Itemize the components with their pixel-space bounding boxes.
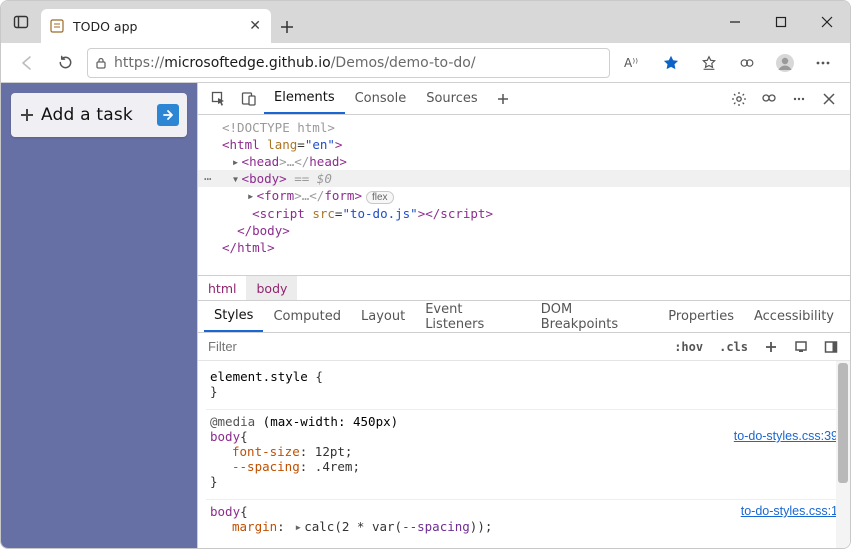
add-task-field[interactable]: Add a task [11,93,187,137]
window-controls [712,1,850,43]
url-host: microsoftedge.github.io [164,55,331,71]
settings-icon[interactable] [724,83,754,114]
tab-title: TODO app [73,19,239,34]
inspect-icon[interactable] [204,83,234,114]
dom-selected-node[interactable]: ▾<body> == $0 [198,170,850,187]
tab-actions-button[interactable] [1,1,41,43]
dom-breadcrumb: html body [198,275,850,301]
submit-task-button[interactable] [157,104,179,126]
style-source-link[interactable]: to-do-styles.css:39 [734,429,838,444]
url-path: /Demos/demo-to-do/ [331,55,476,71]
style-rule-media: @media (max-width: 450px) body { to-do-s… [206,409,842,493]
style-rule-element: element.style { } [206,365,842,403]
browser-tab[interactable]: TODO app ✕ [41,9,271,43]
favicon-icon [49,18,65,34]
scrollbar-thumb[interactable] [838,363,848,483]
profile-icon[interactable] [768,47,802,79]
address-actions: A⁾⁾ [616,47,840,79]
devtools-top-tabs: Elements Console Sources [198,83,850,115]
subtab-dom-breakpoints[interactable]: DOM Breakpoints [531,301,659,332]
computed-toggle-icon[interactable] [790,338,812,356]
devtools-close-icon[interactable] [814,83,844,114]
devtools-panel: Elements Console Sources [197,83,850,548]
favorite-star-icon[interactable] [654,47,688,79]
new-style-rule-button[interactable] [760,338,782,356]
url-text: https://microsoftedge.github.io/Demos/de… [114,55,603,71]
refresh-button[interactable] [49,47,81,79]
address-bar: https://microsoftedge.github.io/Demos/de… [1,43,850,83]
subtab-properties[interactable]: Properties [658,301,744,332]
scrollbar[interactable] [836,361,850,548]
crumb-body[interactable]: body [246,276,297,300]
minimize-button[interactable] [712,1,758,43]
styles-filter-row: :hov .cls [198,333,850,361]
close-window-button[interactable] [804,1,850,43]
subtab-event-listeners[interactable]: Event Listeners [415,301,531,332]
favorites-icon[interactable] [692,47,726,79]
hov-toggle[interactable]: :hov [670,338,707,356]
dom-tree[interactable]: <!DOCTYPE html> <html lang="en"> ▸<head>… [198,115,850,275]
style-source-link[interactable]: to-do-styles.css:1 [741,504,838,519]
back-button[interactable] [11,47,43,79]
read-aloud-icon[interactable]: A⁾⁾ [616,47,650,79]
collapse-icon[interactable]: ▾ [230,171,242,186]
styles-filter-input[interactable] [206,338,662,355]
tab-console[interactable]: Console [345,83,417,114]
collections-icon[interactable] [730,47,764,79]
sidebar-toggle-icon[interactable] [820,338,842,356]
svg-text:A⁾⁾: A⁾⁾ [624,56,638,70]
crumb-html[interactable]: html [198,276,246,300]
styles-subtabs: Styles Computed Layout Event Listeners D… [198,301,850,333]
plus-icon [19,107,35,123]
device-emulation-icon[interactable] [234,83,264,114]
content-area: Add a task Elements Console Sources [1,83,850,548]
task-placeholder: Add a task [41,105,151,125]
tab-sources[interactable]: Sources [416,83,487,114]
maximize-button[interactable] [758,1,804,43]
new-tab-button[interactable] [271,11,303,43]
browser-window: TODO app ✕ [0,0,851,549]
dom-doctype: <!DOCTYPE html> [222,120,335,135]
tab-close-button[interactable]: ✕ [247,16,263,36]
lock-icon [94,56,108,70]
style-rule-body: body { to-do-styles.css:1 margin: ▸calc(… [206,499,842,538]
subtab-styles[interactable]: Styles [204,301,263,332]
titlebar: TODO app ✕ [1,1,850,43]
subtab-computed[interactable]: Computed [263,301,351,332]
subtab-layout[interactable]: Layout [351,301,415,332]
styles-pane[interactable]: element.style { } @media (max-width: 450… [198,361,850,548]
rendered-page: Add a task [1,83,197,548]
more-menu-icon[interactable] [806,47,840,79]
url-field[interactable]: https://microsoftedge.github.io/Demos/de… [87,48,610,78]
url-protocol: https:// [114,55,164,71]
expand-shorthand-icon[interactable]: ▸ [292,519,304,534]
expand-icon[interactable]: ▸ [230,154,242,169]
tab-elements[interactable]: Elements [264,83,345,114]
cls-toggle[interactable]: .cls [715,338,752,356]
devtools-more-icon[interactable] [784,83,814,114]
feedback-icon[interactable] [754,83,784,114]
subtab-accessibility[interactable]: Accessibility [744,301,844,332]
add-tab-button[interactable] [488,83,518,114]
flex-badge[interactable]: flex [366,191,394,204]
expand-icon[interactable]: ▸ [245,188,257,203]
